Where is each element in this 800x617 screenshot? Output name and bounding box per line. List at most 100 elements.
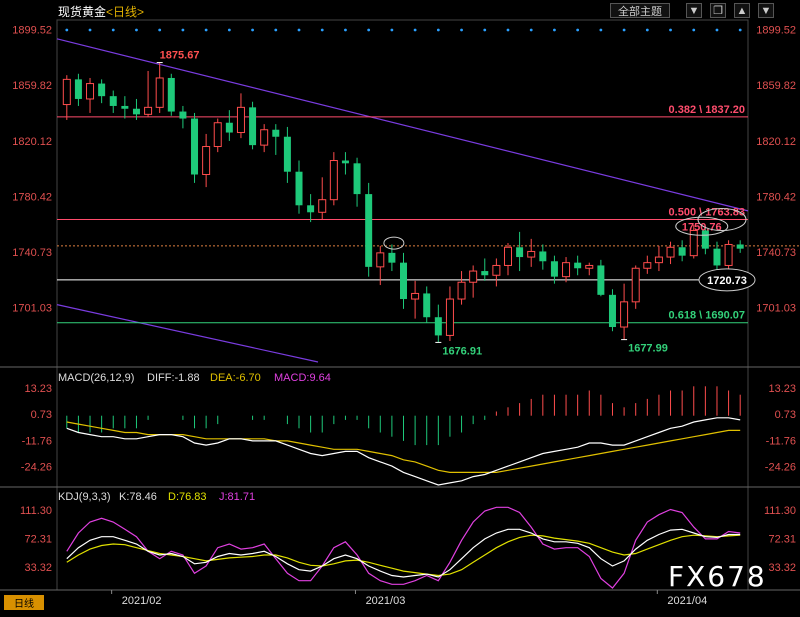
theme-button-label: 全部主题 xyxy=(618,5,662,18)
signal-dot xyxy=(135,28,138,32)
candle-body xyxy=(492,264,501,276)
candle-body xyxy=(574,262,582,269)
kdj-ytick-left: 111.30 xyxy=(20,505,52,517)
kdj-legend-j: J:81.71 xyxy=(219,491,255,503)
macd-ytick-left: -11.76 xyxy=(22,435,52,447)
candle-body xyxy=(400,262,407,300)
signal-dot xyxy=(553,28,556,32)
candle-body xyxy=(631,267,640,303)
candle-body xyxy=(678,247,686,256)
fib-618-label: 0.618 \ 1690.07 xyxy=(669,310,745,322)
kdj-ytick-left: 33.32 xyxy=(24,562,52,574)
candle-body xyxy=(597,265,605,295)
chart-title: 现货黄金<日线> xyxy=(58,3,144,20)
signal-dot xyxy=(204,28,208,32)
candle-body xyxy=(329,160,338,201)
signal-dot xyxy=(251,28,254,32)
kdj-ytick-right: 72.31 xyxy=(768,534,796,546)
candle-body xyxy=(225,122,233,133)
signal-dot xyxy=(645,28,649,32)
candle-body xyxy=(98,83,106,97)
macd-ytick-right: 0.73 xyxy=(775,409,796,421)
macd-legend-macd: MACD:9.64 xyxy=(274,372,331,384)
x-tick-label: 2021/03 xyxy=(366,595,406,607)
bottom-timeframe-tab[interactable]: 日线 xyxy=(4,595,44,610)
candle-body xyxy=(643,262,652,269)
candle-body xyxy=(736,244,744,249)
signal-dot xyxy=(111,28,115,32)
candle-body xyxy=(620,301,629,328)
signal-dot xyxy=(320,28,324,32)
signal-dot xyxy=(738,28,742,32)
candle-body xyxy=(318,199,327,213)
macd-ytick-left: 13.23 xyxy=(24,383,52,395)
price-ytick-left: 1859.82 xyxy=(12,80,52,92)
signal-dot xyxy=(692,28,696,32)
candle-body xyxy=(121,105,129,109)
macd-legend-diff: DIFF:-1.88 xyxy=(147,372,200,384)
bottom-timeframe-label: 日线 xyxy=(14,599,34,610)
candle-body xyxy=(608,294,616,328)
candle-body xyxy=(388,252,396,263)
timeframe-selector[interactable]: <日线> xyxy=(106,5,144,19)
price-ytick-left: 1780.42 xyxy=(12,191,52,203)
candle-body xyxy=(213,122,222,148)
signal-dot xyxy=(576,28,580,32)
chevron-down-icon[interactable]: ▼ xyxy=(758,3,774,18)
signal-dot xyxy=(297,28,301,32)
candle-body xyxy=(283,136,291,172)
macd-ytick-right: 13.23 xyxy=(768,383,796,395)
low2-label: 1677.99 xyxy=(628,343,668,355)
price-ytick-left: 1899.52 xyxy=(12,25,52,37)
candle-body xyxy=(411,292,420,300)
candle-body xyxy=(86,83,95,100)
signal-dot xyxy=(344,28,347,32)
candle-body xyxy=(202,146,211,176)
signal-dot xyxy=(622,28,626,32)
signal-dot xyxy=(65,28,69,32)
candle-body xyxy=(539,251,547,262)
candle-body xyxy=(713,248,721,266)
signal-dot xyxy=(460,28,463,32)
candle-body xyxy=(307,205,315,213)
candle-body xyxy=(365,194,373,267)
signal-dot xyxy=(599,28,603,32)
kdj-ytick-right: 111.30 xyxy=(764,505,796,517)
chevron-up-icon[interactable]: ▲ xyxy=(734,3,750,18)
candle-body xyxy=(167,77,175,112)
instrument-name: 现货黄金 xyxy=(58,5,107,19)
candle-body xyxy=(724,243,733,266)
signal-dot xyxy=(715,28,719,32)
candle-body xyxy=(109,96,117,106)
candle-body xyxy=(481,271,489,276)
signal-dot xyxy=(158,28,162,32)
candle-body xyxy=(295,171,303,206)
macd-ytick-left: -24.26 xyxy=(21,462,52,474)
kdj-legend-k: K:78.46 xyxy=(119,491,157,503)
macd-ytick-right: -24.26 xyxy=(765,462,796,474)
dropdown-arrow-icon[interactable]: ▼ xyxy=(686,3,702,18)
candle-body xyxy=(260,129,269,146)
candle-body xyxy=(155,77,164,108)
candle-body xyxy=(249,107,257,146)
candle-body xyxy=(74,79,82,99)
price-ytick-right: 1780.42 xyxy=(756,191,796,203)
signal-dot xyxy=(390,28,394,32)
price-ytick-right: 1740.73 xyxy=(756,247,796,259)
macd-legend-dea: DEA:-6.70 xyxy=(210,372,261,384)
kdj-legend-title: KDJ(9,3,3) xyxy=(58,491,111,503)
candle-body xyxy=(550,261,558,277)
candle-body xyxy=(144,106,153,115)
candle-body xyxy=(503,246,512,266)
theme-button[interactable]: 全部主题 xyxy=(610,3,670,18)
window-restore-icon[interactable]: ❐ xyxy=(710,3,726,18)
signal-dot xyxy=(483,28,487,32)
candle-body xyxy=(666,246,675,258)
candle-body xyxy=(191,118,199,175)
x-tick-label: 2021/02 xyxy=(122,595,162,607)
signal-dot xyxy=(669,28,672,32)
watermark: FX678 xyxy=(668,560,767,593)
candle-body xyxy=(562,262,571,278)
candle-body xyxy=(353,163,361,195)
x-tick-label: 2021/04 xyxy=(667,595,707,607)
